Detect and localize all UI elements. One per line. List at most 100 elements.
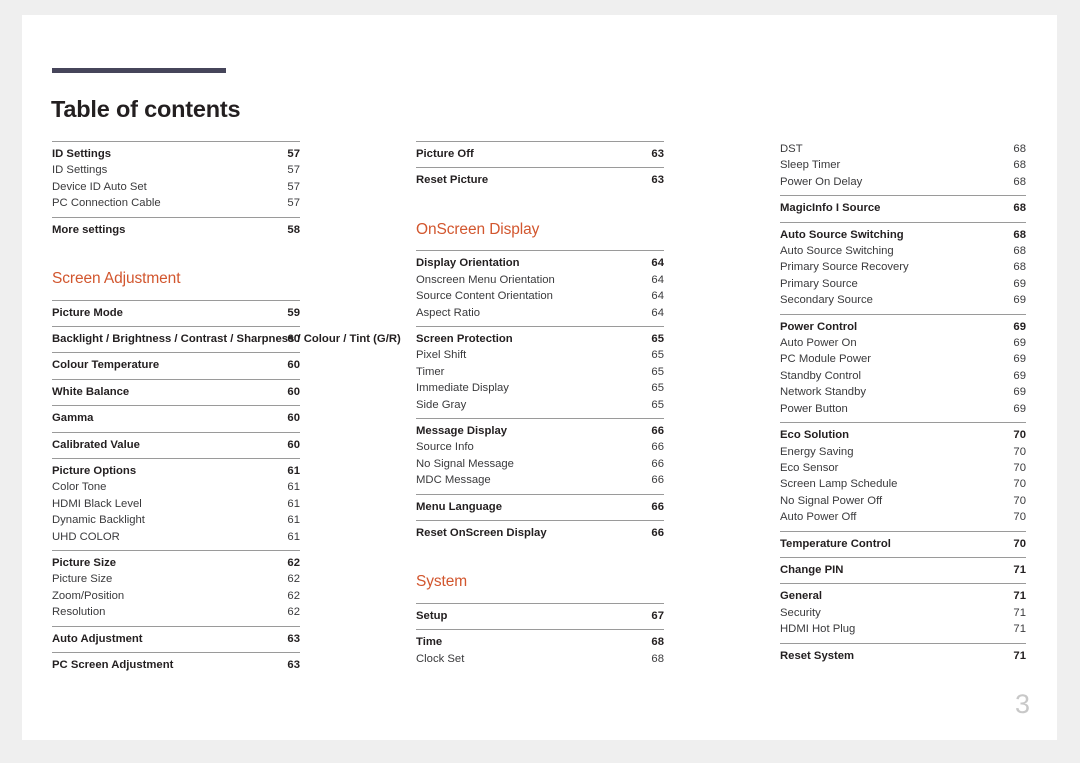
toc-entry-sub[interactable]: Timer 65 (416, 364, 664, 380)
toc-entry-sub[interactable]: Clock Set 68 (416, 651, 664, 667)
toc-entry-sub[interactable]: Pixel Shift 65 (416, 347, 664, 363)
toc-entry-sub[interactable]: Secondary Source 69 (780, 292, 1026, 308)
toc-entry-page: 70 (1013, 478, 1026, 491)
toc-entry-sub[interactable]: PC Module Power 69 (780, 351, 1026, 367)
toc-group: Auto Adjustment 63 (52, 625, 300, 652)
toc-entry-sub[interactable]: Power Button 69 (780, 401, 1026, 417)
toc-entry-major[interactable]: Display Orientation 64 (416, 255, 664, 271)
toc-entry-sub[interactable]: MDC Message 66 (416, 472, 664, 488)
toc-entry-major[interactable]: ID Settings 57 (52, 146, 300, 162)
page-number: 3 (1014, 689, 1030, 719)
toc-entry-page: 69 (1013, 353, 1026, 366)
toc-entry-sub[interactable]: Security 71 (780, 605, 1026, 621)
toc-entry-major[interactable]: Picture Size 62 (52, 555, 300, 571)
toc-entry-label: Colour Temperature (52, 359, 160, 372)
toc-entry-major[interactable]: Menu Language 66 (416, 499, 664, 515)
toc-entry-major[interactable]: Power Control 69 (780, 319, 1026, 335)
toc-entry-major[interactable]: Backlight / Brightness / Contrast / Shar… (52, 331, 401, 347)
toc-entry-major[interactable]: MagicInfo I Source 68 (780, 200, 1026, 216)
toc-entry-major[interactable]: Temperature Control 70 (780, 536, 1026, 552)
toc-entry-page: 69 (1013, 369, 1026, 382)
toc-entry-sub[interactable]: Auto Power Off 70 (780, 509, 1026, 525)
toc-entry-sub[interactable]: PC Connection Cable 57 (52, 195, 300, 211)
toc-entry-major[interactable]: More settings 58 (52, 222, 300, 238)
toc-entry-sub[interactable]: UHD COLOR 61 (52, 529, 300, 545)
toc-entry-major[interactable]: Auto Adjustment 63 (52, 631, 300, 647)
toc-entry-sub[interactable]: Power On Delay 68 (780, 174, 1026, 190)
toc-entry-major[interactable]: Setup 67 (416, 608, 664, 624)
toc-entry-page: 68 (1013, 143, 1026, 155)
toc-entry-sub[interactable]: ID Settings 57 (52, 162, 300, 178)
toc-entry-sub[interactable]: Network Standby 69 (780, 384, 1026, 400)
toc-entry-major[interactable]: Change PIN 71 (780, 562, 1026, 578)
toc-entry-sub[interactable]: Auto Source Switching 68 (780, 243, 1026, 259)
toc-entry-label: Power Button (780, 402, 848, 415)
toc-entry-sub[interactable]: Aspect Ratio 64 (416, 305, 664, 321)
toc-entry-major[interactable]: Screen Protection 65 (416, 331, 664, 347)
toc-entry-sub[interactable]: Immediate Display 65 (416, 380, 664, 396)
toc-entry-label: Device ID Auto Set (52, 180, 147, 193)
toc-entry-sub[interactable]: Resolution 62 (52, 604, 300, 620)
toc-entry-label: Calibrated Value (52, 438, 140, 451)
toc-entry-label: Screen Protection (416, 332, 513, 345)
toc-entry-sub[interactable]: Primary Source 69 (780, 276, 1026, 292)
toc-entry-major[interactable]: Auto Source Switching 68 (780, 227, 1026, 243)
toc-entry-major[interactable]: PC Screen Adjustment 63 (52, 657, 300, 673)
toc-entry-sub[interactable]: Standby Control 69 (780, 368, 1026, 384)
toc-entry-page: 61 (287, 464, 300, 477)
toc-group: Picture Options 61 Color Tone 61 HDMI Black … (52, 457, 300, 550)
toc-entry-sub[interactable]: No Signal Message 66 (416, 456, 664, 472)
toc-entry-sub[interactable]: Eco Sensor 70 (780, 460, 1026, 476)
toc-entry-label: Menu Language (416, 500, 502, 513)
toc-entry-major[interactable]: Picture Options 61 (52, 463, 300, 479)
toc-group: Calibrated Value 60 (52, 431, 300, 458)
toc-entry-sub[interactable]: Source Content Orientation 64 (416, 288, 664, 304)
toc-entry-label: Picture Size (52, 573, 113, 586)
toc-entry-sub[interactable]: Source Info 66 (416, 439, 664, 455)
toc-entry-major[interactable]: Calibrated Value 60 (52, 437, 300, 453)
toc-entry-sub[interactable]: Color Tone 61 (52, 479, 300, 495)
toc-entry-sub[interactable]: HDMI Black Level 61 (52, 496, 300, 512)
toc-entry-sub[interactable]: HDMI Hot Plug 71 (780, 621, 1026, 637)
toc-entry-sub[interactable]: Onscreen Menu Orientation 64 (416, 272, 664, 288)
toc-entry-label: Picture Off (416, 148, 474, 160)
toc-entry-major[interactable]: Reset Picture 63 (416, 172, 664, 188)
toc-entry-page: 70 (1013, 494, 1026, 507)
toc-entry-sub[interactable]: Device ID Auto Set 57 (52, 179, 300, 195)
toc-entry-page: 61 (287, 530, 300, 543)
toc-entry-sub[interactable]: Dynamic Backlight 61 (52, 512, 300, 528)
toc-column-left: ID Settings 57 ID Settings 57 Device ID Auto… (52, 141, 401, 678)
toc-entry-sub[interactable]: Auto Power On 69 (780, 335, 1026, 351)
toc-entry-major[interactable]: Picture Mode 59 (52, 305, 300, 321)
toc-entry-sub[interactable]: Sleep Timer 68 (780, 157, 1026, 173)
toc-entry-sub[interactable]: No Signal Power Off 70 (780, 493, 1026, 509)
toc-entry-major[interactable]: Time 68 (416, 634, 664, 650)
toc-entry-major[interactable]: Reset OnScreen Display 66 (416, 525, 664, 541)
toc-entry-page: 65 (651, 382, 664, 395)
toc-entry-label: Temperature Control (780, 537, 891, 550)
toc-entry-major[interactable]: General 71 (780, 588, 1026, 604)
toc-entry-label: Security (780, 606, 821, 619)
toc-entry-major[interactable]: White Balance 60 (52, 384, 300, 400)
toc-entry-major[interactable]: Gamma 60 (52, 410, 300, 426)
toc-entry-major[interactable]: Picture Off 63 (416, 146, 664, 162)
toc-group: ID Settings 57 ID Settings 57 Device ID Auto… (52, 141, 300, 217)
document-page: Table of contents ID Settings 57 ID Settin… (22, 15, 1057, 740)
toc-entry-sub[interactable]: Side Gray 65 (416, 397, 664, 413)
toc-entry-sub[interactable]: Zoom/Position 62 (52, 588, 300, 604)
toc-entry-major[interactable]: Reset System 71 (780, 648, 1026, 664)
page-title: Table of contents (51, 95, 241, 122)
toc-entry-sub[interactable]: Picture Size 62 (52, 571, 300, 587)
toc-entry-label: Gamma (52, 412, 94, 425)
toc-entry-page: 60 (287, 359, 300, 372)
toc-entry-page: 70 (1013, 537, 1026, 550)
toc-entry-sub[interactable]: Energy Saving 70 (780, 444, 1026, 460)
toc-entry-major[interactable]: Message Display 66 (416, 423, 664, 439)
toc-entry-sub[interactable]: DST 68 (780, 141, 1026, 157)
toc-entry-major[interactable]: Colour Temperature 60 (52, 357, 300, 373)
toc-entry-sub[interactable]: Primary Source Recovery 68 (780, 259, 1026, 275)
toc-entry-label: Side Gray (416, 398, 467, 411)
toc-entry-major[interactable]: Eco Solution 70 (780, 427, 1026, 443)
toc-entry-sub[interactable]: Screen Lamp Schedule 70 (780, 476, 1026, 492)
toc-entry-page: 66 (651, 441, 664, 454)
